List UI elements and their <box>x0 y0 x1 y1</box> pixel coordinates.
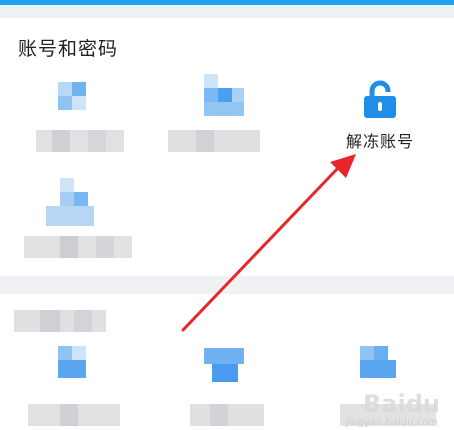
watermark-logo: Baidu <box>363 390 440 418</box>
red-arrow-annotation <box>181 154 356 332</box>
watermark-url: jingyan.baidu.com <box>345 417 438 428</box>
